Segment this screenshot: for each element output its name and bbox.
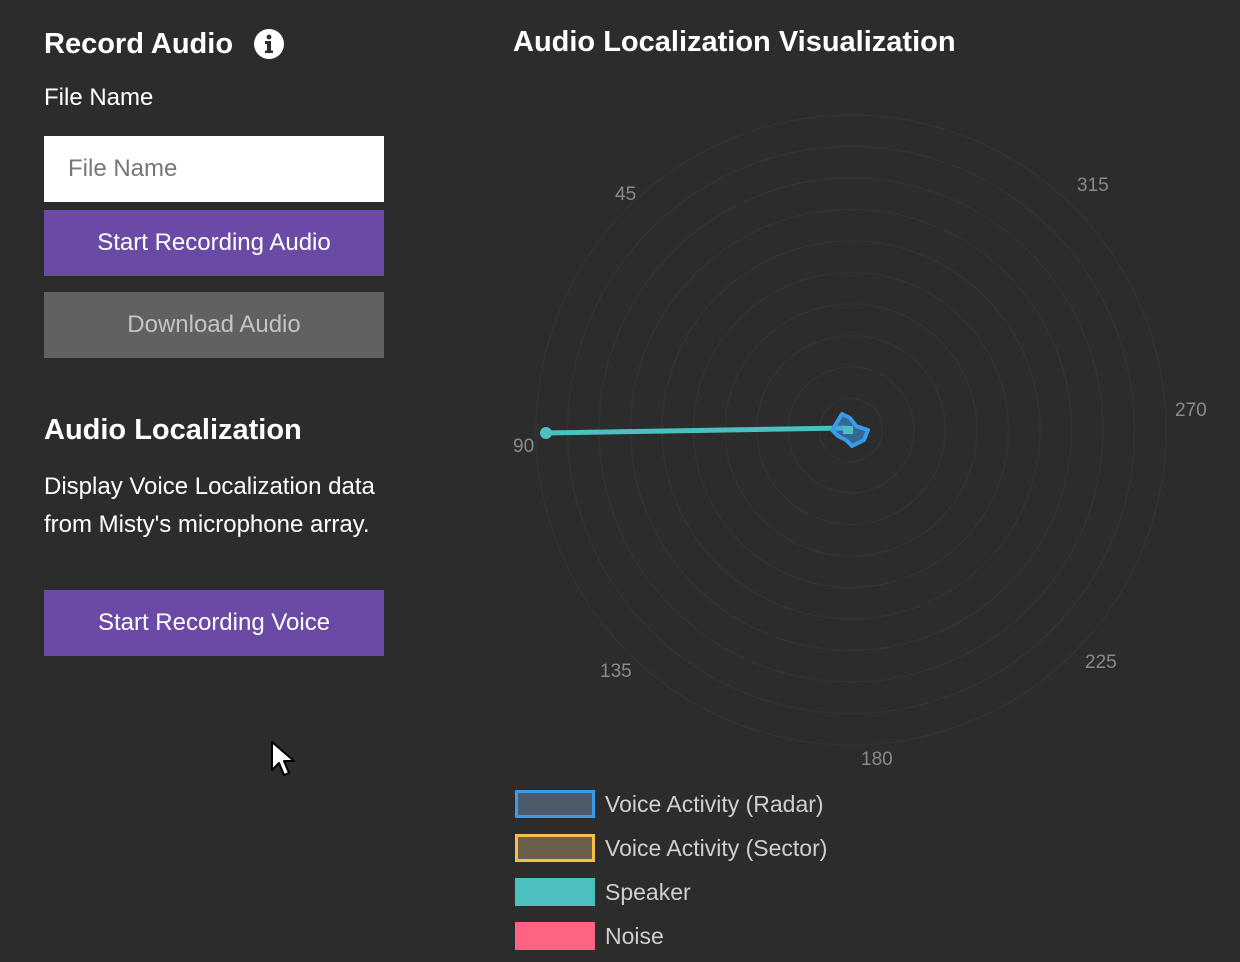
start-recording-voice-button[interactable]: Start Recording Voice [44, 590, 384, 656]
angle-label-135: 135 [600, 661, 632, 682]
radar-chart: 45 315 270 90 225 135 180 [513, 114, 1207, 770]
legend-label-radar: Voice Activity (Radar) [605, 790, 824, 817]
legend-swatch-radar [515, 790, 595, 818]
angle-label-180: 180 [861, 749, 893, 770]
legend-item-voice-activity-radar[interactable]: Voice Activity (Radar) [515, 782, 827, 826]
audio-localization-title: Audio Localization [44, 414, 302, 446]
angle-label-45: 45 [615, 184, 636, 205]
visualization-title: Audio Localization Visualization [513, 26, 956, 58]
audio-localization-description: Display Voice Localization data from Mis… [44, 473, 375, 538]
legend-swatch-noise [515, 922, 595, 950]
chart-legend: Voice Activity (Radar) Voice Activity (S… [515, 782, 827, 958]
legend-label-noise: Noise [605, 922, 664, 949]
file-name-label: File Name [44, 84, 154, 111]
angle-label-90: 90 [513, 436, 534, 457]
legend-item-noise[interactable]: Noise [515, 914, 827, 958]
voice-activity-sector-shape [843, 426, 853, 434]
legend-item-speaker[interactable]: Speaker [515, 870, 827, 914]
legend-swatch-speaker [515, 878, 595, 906]
legend-swatch-sector [515, 834, 595, 862]
info-icon[interactable] [253, 28, 285, 60]
angle-label-270: 270 [1175, 400, 1207, 421]
file-name-input[interactable] [44, 136, 384, 202]
download-audio-button[interactable]: Download Audio [44, 292, 384, 358]
angle-label-315: 315 [1077, 175, 1109, 196]
angle-label-225: 225 [1085, 652, 1117, 673]
speaker-line [543, 425, 848, 436]
record-audio-title: Record Audio [44, 27, 234, 60]
speaker-point [540, 427, 552, 439]
mouse-cursor-icon [271, 741, 295, 776]
record-audio-header: Record Audio [44, 28, 285, 60]
start-recording-audio-button[interactable]: Start Recording Audio [44, 210, 384, 276]
legend-item-voice-activity-sector[interactable]: Voice Activity (Sector) [515, 826, 827, 870]
legend-label-sector: Voice Activity (Sector) [605, 834, 828, 861]
legend-label-speaker: Speaker [605, 878, 691, 905]
